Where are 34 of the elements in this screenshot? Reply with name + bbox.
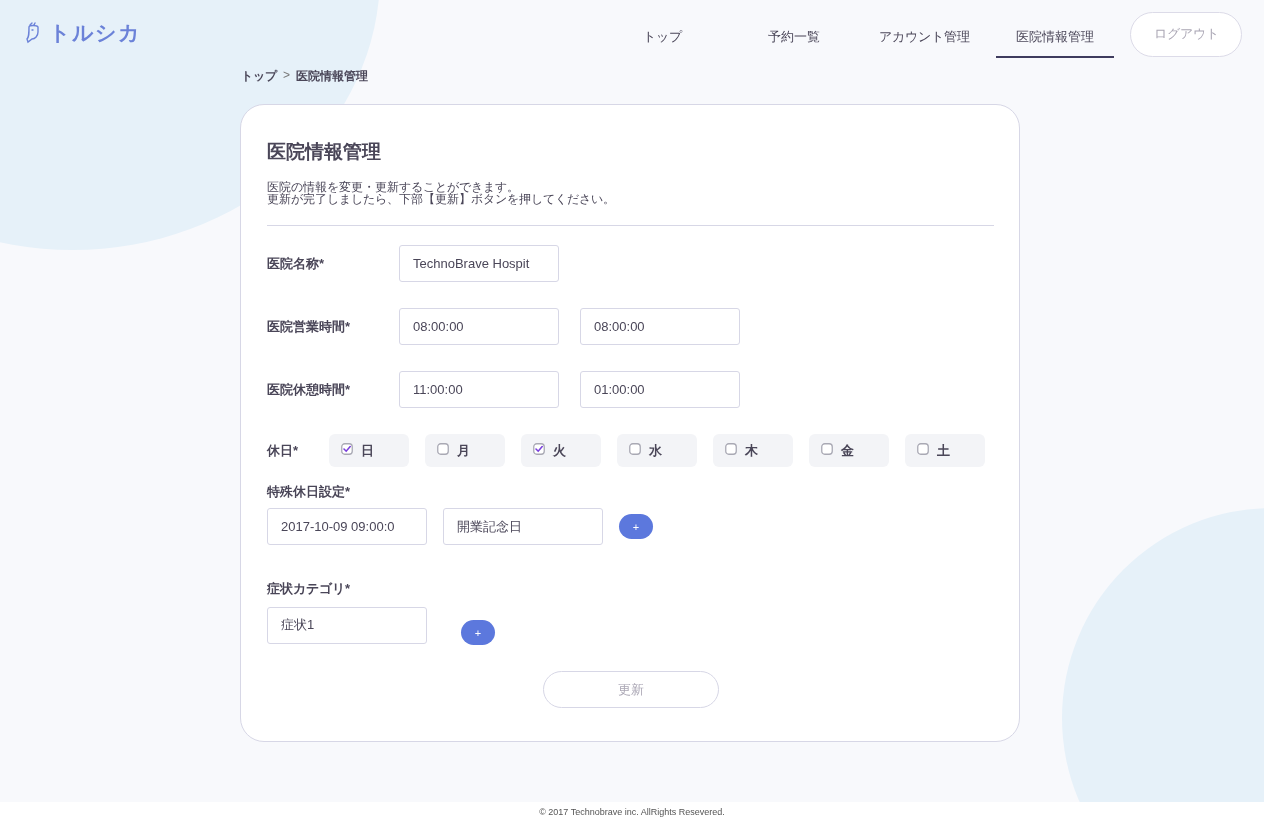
day-checkbox[interactable]: 土 [905,434,985,467]
description-text: 更新が完了しましたら、下部【更新】ボタンを押してください。 [267,193,616,205]
day-checkbox[interactable]: 火 [521,434,601,467]
nav-tab[interactable]: 予約一覧 [728,20,859,58]
nav-tab[interactable]: トップ [597,20,728,58]
day-checkbox[interactable]: 日 [329,434,409,467]
time-field[interactable]: 08:00:00 [580,308,740,345]
description-text: 医院の情報を変更・更新することができます。 [267,181,519,193]
breadcrumb-separator: > [283,68,290,84]
copyright-text: © 2017 Technobrave inc. AllRights Resevered. [539,807,725,817]
breadcrumb-link[interactable]: トップ [241,68,277,85]
add-button[interactable]: + [461,620,495,645]
input-field[interactable]: 開業記念日 [443,508,603,545]
field-label: 休日* [267,441,300,460]
input-field[interactable]: 症状1 [267,606,427,644]
time-field[interactable]: 08:00:00 [399,308,559,345]
day-checkbox[interactable]: 月 [425,434,505,467]
field-label: 症状カテゴリ* [267,580,352,598]
day-checkbox[interactable]: 水 [617,434,697,467]
field-label: 医院名称* [267,254,326,273]
page-title: 医院情報管理 [267,140,382,164]
field-label: 特殊休日設定* [267,483,352,501]
time-field[interactable]: 01:00:00 [580,371,740,408]
date-field[interactable]: 2017-10-09 09:00:0 [267,508,427,545]
add-button[interactable]: + [619,514,653,539]
nav-tab[interactable]: アカウント管理 [859,20,990,58]
time-field[interactable]: 11:00:00 [399,371,559,408]
day-checkbox[interactable]: 金 [809,434,889,467]
field-label: 医院営業時間* [267,317,352,336]
day-checkbox[interactable]: 木 [713,434,793,467]
nav-tab[interactable]: 医院情報管理 [996,20,1114,58]
field-label: 医院休憩時間* [267,380,352,399]
breadcrumb-current: 医院情報管理 [296,68,368,85]
input-field[interactable]: TechnoBrave Hospit [399,245,559,282]
